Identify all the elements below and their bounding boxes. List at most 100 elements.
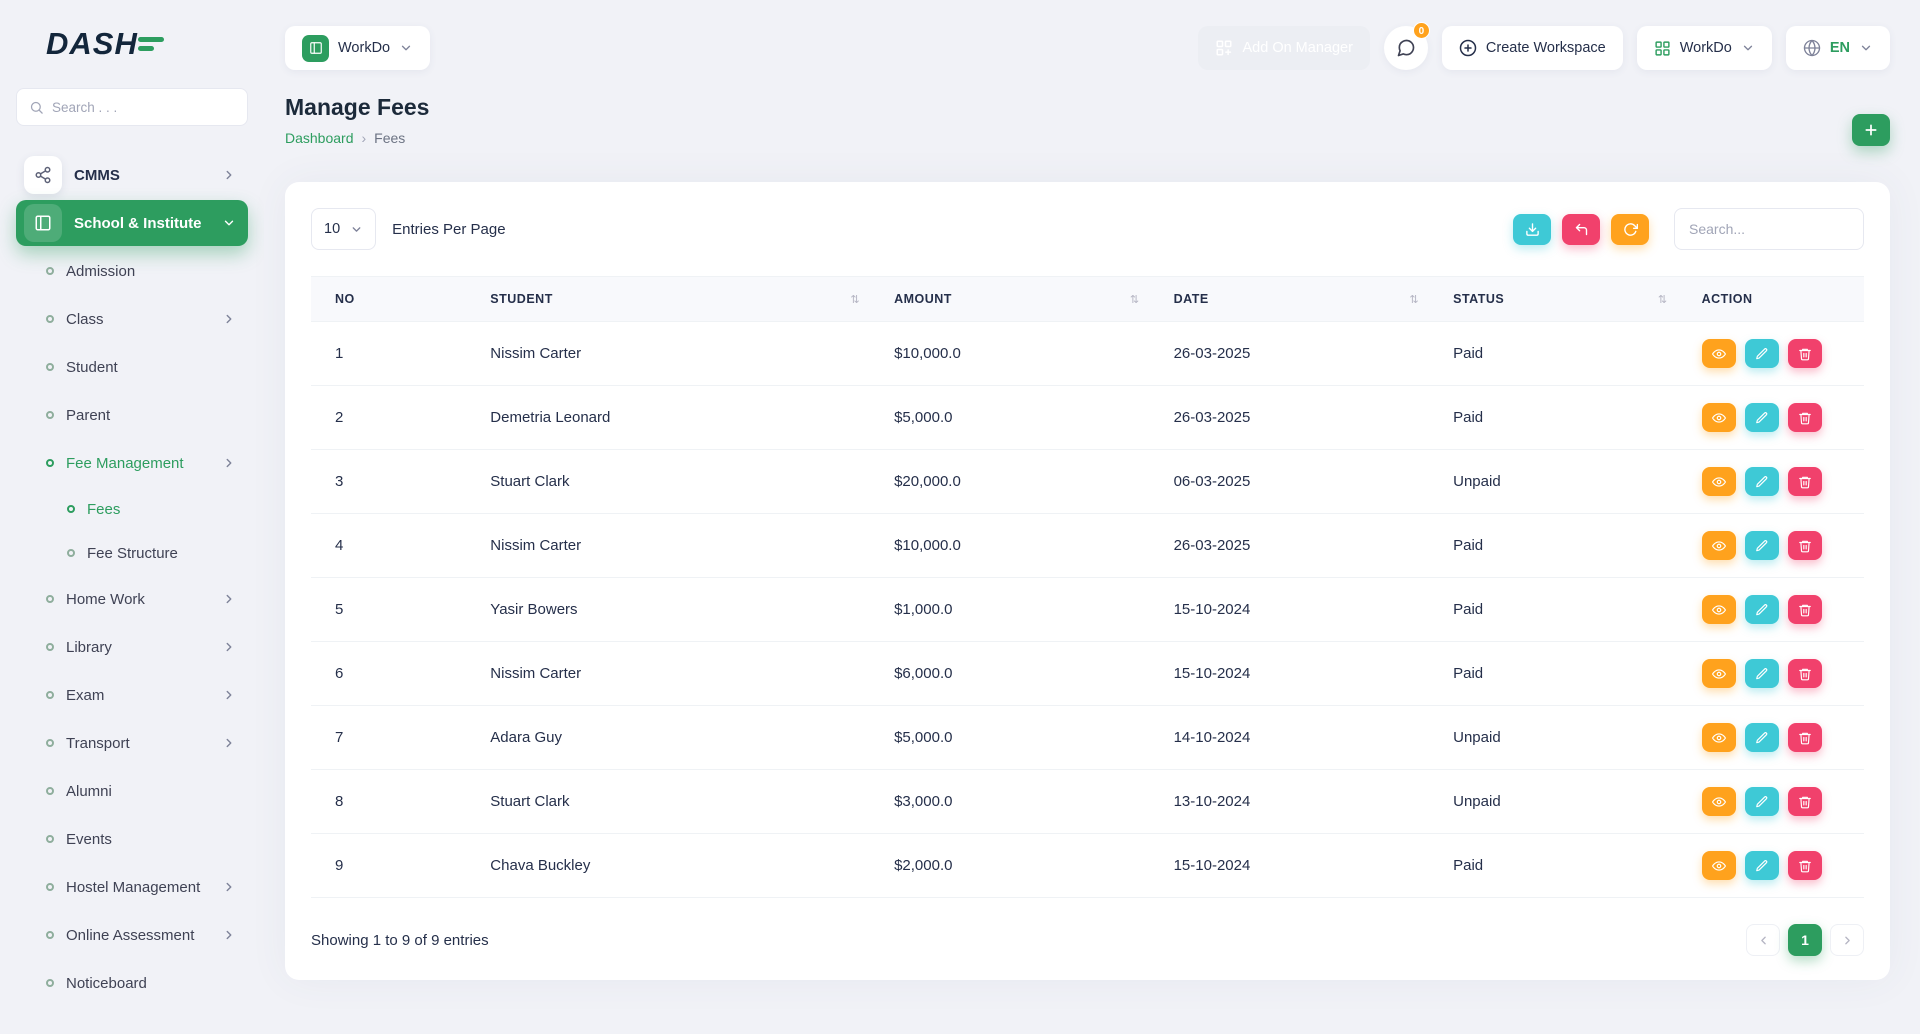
sidebar-item[interactable]: Transport <box>16 720 248 766</box>
sidebar-item[interactable]: Fee Structure <box>16 532 248 574</box>
fee-no-cell: 6 <box>311 642 466 706</box>
add-fee-button[interactable] <box>1852 114 1890 146</box>
row-actions <box>1702 723 1854 752</box>
fee-amount-cell: $1,000.0 <box>870 578 1150 642</box>
sidebar-item[interactable]: School & Institute <box>16 200 248 246</box>
page-number-button[interactable]: 1 <box>1788 924 1822 956</box>
sidebar-search-input[interactable] <box>52 100 235 115</box>
sidebar-item[interactable]: Class <box>16 296 248 342</box>
sidebar-item[interactable]: Alumni <box>16 768 248 814</box>
fee-action-cell <box>1678 322 1864 386</box>
messages-button[interactable]: 0 <box>1384 26 1428 70</box>
delete-button[interactable] <box>1788 531 1822 560</box>
sidebar-item[interactable]: Exam <box>16 672 248 718</box>
edit-button[interactable] <box>1745 403 1779 432</box>
view-button[interactable] <box>1702 723 1736 752</box>
workspace-switcher[interactable]: WorkDo <box>285 26 430 70</box>
view-button[interactable] <box>1702 531 1736 560</box>
column-header[interactable]: DATE <box>1150 277 1430 322</box>
sidebar-item[interactable]: Student <box>16 344 248 390</box>
add-on-manager-button[interactable]: Add On Manager <box>1198 26 1369 70</box>
sidebar-item[interactable]: Library <box>16 624 248 670</box>
delete-button[interactable] <box>1788 659 1822 688</box>
fee-student-cell: Adara Guy <box>466 706 870 770</box>
fees-table: NO STUDENT AMOUNT DATE STATUS ACTION 1 N… <box>311 276 1864 898</box>
view-button[interactable] <box>1702 595 1736 624</box>
create-workspace-button[interactable]: Create Workspace <box>1442 26 1623 70</box>
export-button[interactable] <box>1513 214 1551 245</box>
sidebar-item[interactable]: Noticeboard <box>16 960 248 1006</box>
sidebar-item[interactable]: Home Work <box>16 576 248 622</box>
language-dropdown[interactable]: EN <box>1786 26 1890 70</box>
sidebar-item-label: Transport <box>66 735 210 752</box>
edit-button[interactable] <box>1745 339 1779 368</box>
sidebar-item-label: Fee Management <box>66 455 210 472</box>
breadcrumb-current: Fees <box>374 130 405 146</box>
fees-card: 10 Entries Per Page <box>285 182 1890 980</box>
delete-button[interactable] <box>1788 403 1822 432</box>
view-button[interactable] <box>1702 339 1736 368</box>
edit-button[interactable] <box>1745 467 1779 496</box>
edit-button[interactable] <box>1745 531 1779 560</box>
delete-button[interactable] <box>1788 723 1822 752</box>
reset-button[interactable] <box>1562 214 1600 245</box>
view-button[interactable] <box>1702 787 1736 816</box>
edit-button[interactable] <box>1745 851 1779 880</box>
fee-no-cell: 7 <box>311 706 466 770</box>
table-search-input[interactable] <box>1674 208 1864 250</box>
fee-date-cell: 26-03-2025 <box>1150 514 1430 578</box>
view-button[interactable] <box>1702 659 1736 688</box>
column-header[interactable]: AMOUNT <box>870 277 1150 322</box>
fee-status-cell: Unpaid <box>1429 770 1677 834</box>
column-header[interactable]: ACTION <box>1678 277 1864 322</box>
sidebar-item-label: Fee Structure <box>87 545 210 562</box>
edit-button[interactable] <box>1745 787 1779 816</box>
sidebar-item[interactable]: Hostel Management <box>16 864 248 910</box>
trash-icon <box>1798 411 1812 425</box>
fee-no-cell: 8 <box>311 770 466 834</box>
pagination: 1 <box>1746 924 1864 956</box>
eye-icon <box>1712 539 1726 553</box>
breadcrumb-dashboard-link[interactable]: Dashboard <box>285 130 354 146</box>
eye-icon <box>1712 411 1726 425</box>
fee-amount-cell: $6,000.0 <box>870 642 1150 706</box>
brand-logo[interactable]: DASH <box>16 26 248 62</box>
delete-button[interactable] <box>1788 595 1822 624</box>
sidebar-item[interactable]: Admission <box>16 248 248 294</box>
sidebar-item[interactable]: Fees <box>16 488 248 530</box>
sidebar-search <box>16 88 248 126</box>
chevron-right-icon <box>1841 934 1854 947</box>
delete-button[interactable] <box>1788 339 1822 368</box>
sidebar-item-label: Admission <box>66 263 210 280</box>
delete-button[interactable] <box>1788 851 1822 880</box>
refresh-icon <box>1623 222 1638 237</box>
view-button[interactable] <box>1702 851 1736 880</box>
edit-button[interactable] <box>1745 659 1779 688</box>
fee-table-row: 4 Nissim Carter $10,000.0 26-03-2025 Pai… <box>311 514 1864 578</box>
view-button[interactable] <box>1702 467 1736 496</box>
refresh-button[interactable] <box>1611 214 1649 245</box>
sidebar-item[interactable]: Fee Management <box>16 440 248 486</box>
sidebar-item[interactable]: Events <box>16 816 248 862</box>
sidebar-item-label: Home Work <box>66 591 210 608</box>
previous-page-button[interactable] <box>1746 924 1780 956</box>
row-actions <box>1702 467 1854 496</box>
workdo-dropdown[interactable]: WorkDo <box>1637 26 1772 70</box>
delete-button[interactable] <box>1788 467 1822 496</box>
edit-button[interactable] <box>1745 723 1779 752</box>
next-page-button[interactable] <box>1830 924 1864 956</box>
edit-button[interactable] <box>1745 595 1779 624</box>
chevron-down-icon <box>399 41 413 55</box>
sidebar-item[interactable]: Online Assessment <box>16 912 248 958</box>
fee-amount-cell: $10,000.0 <box>870 514 1150 578</box>
fee-date-cell: 14-10-2024 <box>1150 706 1430 770</box>
column-header[interactable]: STUDENT <box>466 277 870 322</box>
delete-button[interactable] <box>1788 787 1822 816</box>
entries-per-page-select[interactable]: 10 <box>311 208 376 250</box>
sidebar-item[interactable]: CMMS <box>16 152 248 198</box>
column-header[interactable]: STATUS <box>1429 277 1677 322</box>
view-button[interactable] <box>1702 403 1736 432</box>
fee-date-cell: 26-03-2025 <box>1150 386 1430 450</box>
sidebar-item[interactable]: Parent <box>16 392 248 438</box>
column-header[interactable]: NO <box>311 277 466 322</box>
